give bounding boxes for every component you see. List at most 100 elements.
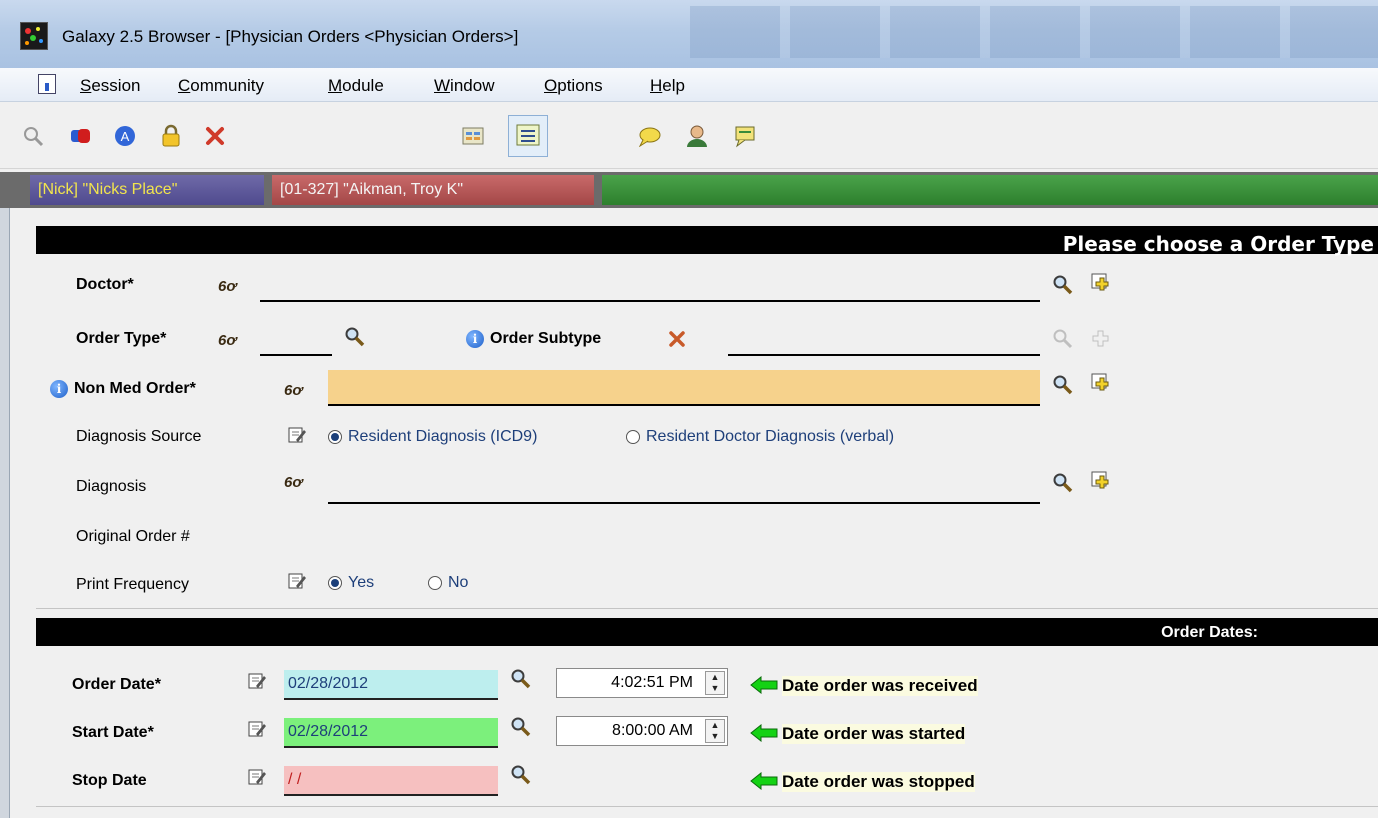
message-icon[interactable]	[732, 123, 758, 149]
menu-session-label: Session	[80, 76, 141, 95]
divider	[36, 608, 1378, 609]
menu-bar: Session Community Module Window Options …	[0, 68, 1378, 102]
context-bar: [Nick] "Nicks Place" [01-327] "Aikman, T…	[0, 172, 1378, 208]
menu-module-label: Module	[328, 76, 384, 95]
arrow-left-icon	[750, 676, 778, 694]
stop-date-label: Stop Date	[72, 772, 147, 789]
non-med-order-input[interactable]	[328, 370, 1040, 406]
stop-date-hint: Date order was stopped	[782, 772, 975, 792]
facility-tab[interactable]: [Nick] "Nicks Place"	[30, 175, 264, 205]
lookup-glasses-icon[interactable]: 6ơ	[284, 474, 302, 491]
info-icon[interactable]: i	[466, 330, 484, 348]
resident-label: [01-327] "Aikman, Troy K"	[280, 181, 463, 198]
search-icon[interactable]	[1052, 472, 1074, 494]
menu-session[interactable]: Session	[80, 76, 140, 96]
user-icon[interactable]	[684, 123, 710, 149]
calendar-search-icon[interactable]	[510, 764, 532, 786]
calendar-search-icon[interactable]	[510, 668, 532, 690]
status-strip	[602, 175, 1378, 205]
add-non-med-order-icon[interactable]	[1090, 372, 1112, 394]
database-icon[interactable]	[68, 123, 94, 149]
order-type-input[interactable]	[260, 354, 332, 356]
time-spinner[interactable]: ▲ ▼	[705, 719, 725, 743]
add-disabled-icon	[1092, 330, 1109, 347]
left-frame	[0, 208, 10, 818]
delete-icon[interactable]	[202, 123, 228, 149]
menu-community[interactable]: Community	[178, 76, 264, 96]
radio-diag-verbal[interactable]	[626, 430, 640, 444]
diagnosis-input[interactable]	[328, 502, 1040, 504]
stop-date-input[interactable]: / /	[284, 766, 498, 796]
lookup-glasses-icon[interactable]: 6ơ	[218, 332, 236, 349]
radio-print-yes-label[interactable]: Yes	[348, 574, 374, 592]
order-subtype-input[interactable]	[728, 354, 1040, 356]
menu-options-label: Options	[544, 76, 603, 95]
edit-icon[interactable]	[288, 572, 306, 590]
menu-window[interactable]: Window	[434, 76, 494, 96]
non-med-order-label: Non Med Order*	[74, 380, 196, 397]
radio-diag-verbal-label[interactable]: Resident Doctor Diagnosis (verbal)	[646, 428, 894, 446]
lookup-glasses-icon[interactable]: 6ơ	[284, 382, 302, 399]
search-icon[interactable]	[1052, 374, 1074, 396]
facility-label: [Nick] "Nicks Place"	[38, 181, 178, 198]
start-date-label: Start Date*	[72, 724, 154, 741]
edit-icon[interactable]	[248, 720, 266, 738]
info-icon[interactable]: i	[50, 380, 68, 398]
lookup-glasses-icon[interactable]: 6ơ	[218, 278, 236, 295]
original-order-label: Original Order #	[76, 528, 190, 545]
order-time-value: 4:02:51 PM	[611, 674, 693, 691]
lock-icon[interactable]	[158, 123, 184, 149]
calendar-search-icon[interactable]	[510, 716, 532, 738]
toolbar: A	[0, 103, 1378, 169]
session-doc-icon[interactable]	[38, 74, 56, 94]
radio-diag-icd9[interactable]	[328, 430, 342, 444]
form-view-icon	[516, 124, 540, 146]
a-icon[interactable]: A	[112, 123, 138, 149]
svg-text:A: A	[121, 129, 130, 144]
arrow-left-icon	[750, 724, 778, 742]
divider	[36, 806, 1378, 807]
grid-view-icon[interactable]	[460, 123, 486, 149]
search-icon[interactable]	[344, 326, 366, 348]
form-view-toggle[interactable]	[508, 115, 548, 157]
menu-help-label: Help	[650, 76, 685, 95]
menu-module[interactable]: Module	[328, 76, 384, 96]
order-date-label: Order Date*	[72, 676, 161, 693]
radio-print-yes[interactable]	[328, 576, 342, 590]
find-icon[interactable]	[20, 123, 46, 149]
menu-community-label: Community	[178, 76, 264, 95]
order-date-hint: Date order was received	[782, 676, 978, 696]
resident-tab[interactable]: [01-327] "Aikman, Troy K"	[272, 175, 594, 205]
order-date-input[interactable]: 02/28/2012	[284, 670, 498, 700]
window-title: Galaxy 2.5 Browser - [Physician Orders <…	[62, 27, 519, 46]
arrow-left-icon	[750, 772, 778, 790]
start-time-input[interactable]: 8:00:00 AM ▲ ▼	[556, 716, 728, 746]
comment-icon[interactable]	[636, 123, 662, 149]
menu-options[interactable]: Options	[544, 76, 603, 96]
start-date-input[interactable]: 02/28/2012	[284, 718, 498, 748]
time-spinner[interactable]: ▲ ▼	[705, 671, 725, 695]
clear-icon[interactable]	[668, 330, 686, 348]
menu-help[interactable]: Help	[650, 76, 685, 96]
add-diagnosis-icon[interactable]	[1090, 470, 1112, 492]
radio-print-no-label[interactable]: No	[448, 574, 468, 592]
edit-icon[interactable]	[248, 768, 266, 786]
order-type-label: Order Type*	[76, 330, 167, 347]
edit-icon[interactable]	[288, 426, 306, 444]
menu-window-label: Window	[434, 76, 495, 95]
order-time-input[interactable]: 4:02:51 PM ▲ ▼	[556, 668, 728, 698]
title-bar: Galaxy 2.5 Browser - [Physician Orders <…	[0, 0, 1378, 68]
diagnosis-source-label: Diagnosis Source	[76, 428, 202, 445]
order-type-header: Please choose a Order Type	[36, 226, 1378, 256]
app-icon	[20, 22, 48, 50]
start-date-hint: Date order was started	[782, 724, 966, 744]
radio-diag-icd9-label[interactable]: Resident Diagnosis (ICD9)	[348, 428, 537, 446]
search-icon[interactable]	[1052, 274, 1074, 296]
add-doctor-icon[interactable]	[1090, 272, 1112, 294]
edit-icon[interactable]	[248, 672, 266, 690]
search-disabled-icon	[1053, 329, 1073, 349]
order-form: Please choose a Order Type Doctor* 6ơ Or…	[30, 210, 1378, 818]
doctor-input[interactable]	[260, 300, 1040, 302]
radio-print-no[interactable]	[428, 576, 442, 590]
order-dates-header: Order Dates:	[36, 618, 1378, 646]
